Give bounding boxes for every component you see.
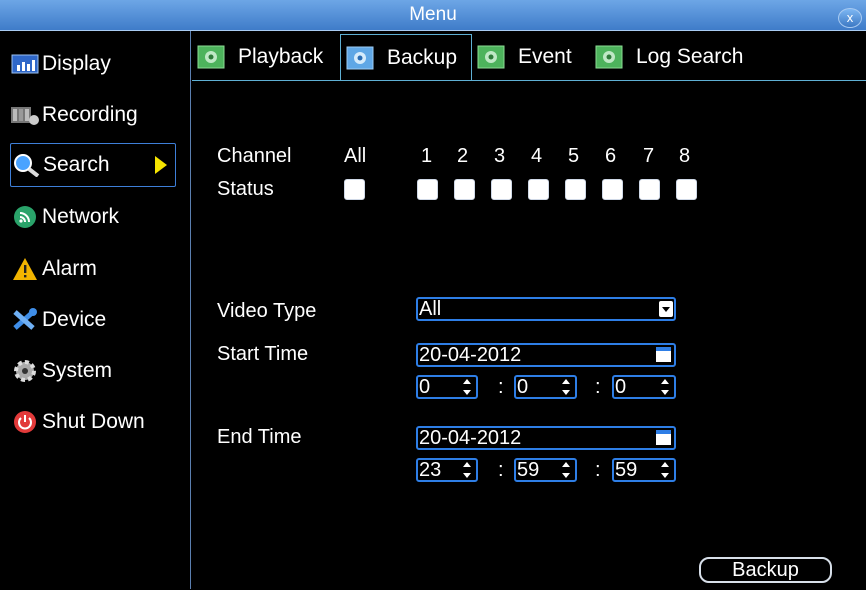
event-icon <box>477 45 505 69</box>
sidebar-item-label: Network <box>42 205 120 228</box>
start-time-label: Start Time <box>217 343 309 365</box>
channel-5-checkbox[interactable] <box>565 179 586 200</box>
channel-4-checkbox[interactable] <box>528 179 549 200</box>
sidebar-item-label: Alarm <box>42 257 97 280</box>
tab-label: Backup <box>387 45 458 69</box>
sidebar-item-label: Recording <box>42 103 138 126</box>
sidebar-item-label: Shut Down <box>42 410 145 433</box>
close-button[interactable]: x <box>838 8 862 28</box>
spinner-arrows-icon[interactable] <box>659 378 672 396</box>
sidebar-item-label: Search <box>43 153 110 176</box>
spinner-arrows-icon[interactable] <box>461 461 474 479</box>
sidebar-item-network[interactable]: Network <box>10 195 176 239</box>
channel-number: 6 <box>605 145 617 167</box>
channel-2-checkbox[interactable] <box>454 179 475 200</box>
end-hour-value: 23 <box>419 459 442 481</box>
video-type-select[interactable]: All <box>416 297 676 321</box>
end-second-value: 59 <box>615 459 638 481</box>
search-icon <box>11 153 41 177</box>
channel-6-checkbox[interactable] <box>602 179 623 200</box>
spinner-arrows-icon[interactable] <box>560 461 573 479</box>
time-separator: : <box>498 376 504 398</box>
start-minute-value: 0 <box>517 376 529 398</box>
time-separator: : <box>595 376 601 398</box>
submenu-arrow-icon <box>155 156 167 174</box>
time-separator: : <box>498 459 504 481</box>
channel-number: 7 <box>643 145 655 167</box>
sidebar-item-shut-down[interactable]: Shut Down <box>10 400 176 444</box>
end-time-label: End Time <box>217 426 302 448</box>
start-date-value: 20-04-2012 <box>419 344 522 366</box>
backup-panel: Channel Status All 1 2 3 4 5 6 7 8 Video… <box>192 80 866 590</box>
start-second-value: 0 <box>615 376 627 398</box>
channel-number: 5 <box>568 145 580 167</box>
channel-label: Channel <box>217 145 292 167</box>
recording-icon <box>10 103 40 127</box>
tab-event[interactable]: Event <box>472 34 586 80</box>
status-label: Status <box>217 178 274 200</box>
spinner-arrows-icon[interactable] <box>560 378 573 396</box>
channel-3-checkbox[interactable] <box>491 179 512 200</box>
backup-icon <box>346 46 374 69</box>
spinner-arrows-icon[interactable] <box>461 378 474 396</box>
channel-8-checkbox[interactable] <box>676 179 697 200</box>
start-second-spinbox[interactable]: 0 <box>612 375 676 399</box>
tab-label: Log Search <box>636 45 744 68</box>
alarm-icon <box>10 257 40 281</box>
start-hour-spinbox[interactable]: 0 <box>416 375 478 399</box>
tab-log-search[interactable]: Log Search <box>590 34 770 80</box>
system-icon <box>10 359 40 383</box>
chevron-down-icon[interactable] <box>659 301 673 317</box>
start-hour-value: 0 <box>419 376 431 398</box>
title-bar: Menu x <box>0 0 866 31</box>
sidebar-item-recording[interactable]: Recording <box>10 93 176 137</box>
sidebar-item-label: Device <box>42 308 107 331</box>
video-type-label: Video Type <box>217 300 317 322</box>
device-icon <box>10 308 40 332</box>
sidebar-item-label: System <box>42 359 113 382</box>
power-icon <box>10 410 40 434</box>
tab-label: Playback <box>238 45 324 68</box>
sidebar-item-label: Display <box>42 52 111 75</box>
calendar-icon[interactable] <box>656 347 671 362</box>
channel-all-label: All <box>344 145 367 167</box>
channel-1-checkbox[interactable] <box>417 179 438 200</box>
channel-number: 1 <box>421 145 433 167</box>
start-minute-spinbox[interactable]: 0 <box>514 375 577 399</box>
tab-label: Event <box>518 45 572 68</box>
display-icon <box>10 52 40 76</box>
channel-7-checkbox[interactable] <box>639 179 660 200</box>
end-minute-value: 59 <box>517 459 540 481</box>
sidebar-item-display[interactable]: Display <box>10 42 176 86</box>
tab-bar: Playback Backup Event Log Search <box>192 34 866 80</box>
end-second-spinbox[interactable]: 59 <box>612 458 676 482</box>
sidebar-item-device[interactable]: Device <box>10 298 176 342</box>
start-date-field[interactable]: 20-04-2012 <box>416 343 676 367</box>
end-hour-spinbox[interactable]: 23 <box>416 458 478 482</box>
channel-all-checkbox[interactable] <box>344 179 365 200</box>
log-search-icon <box>595 45 623 69</box>
channel-number: 4 <box>531 145 543 167</box>
network-icon <box>10 205 40 229</box>
spinner-arrows-icon[interactable] <box>659 461 672 479</box>
end-minute-spinbox[interactable]: 59 <box>514 458 577 482</box>
sidebar-item-alarm[interactable]: Alarm <box>10 247 176 291</box>
channel-number: 3 <box>494 145 506 167</box>
window-title: Menu <box>409 4 457 25</box>
playback-icon <box>197 45 225 69</box>
tab-playback[interactable]: Playback <box>192 34 338 80</box>
end-date-field[interactable]: 20-04-2012 <box>416 426 676 450</box>
sidebar: Display Recording Search Network Alarm D… <box>0 31 191 589</box>
backup-button[interactable]: Backup <box>699 557 832 583</box>
sidebar-item-search[interactable]: Search <box>10 143 176 187</box>
calendar-icon[interactable] <box>656 430 671 445</box>
sidebar-item-system[interactable]: System <box>10 349 176 393</box>
video-type-value: All <box>419 298 442 320</box>
channel-number: 2 <box>457 145 469 167</box>
channel-number: 8 <box>679 145 691 167</box>
tab-backup[interactable]: Backup <box>340 34 472 80</box>
time-separator: : <box>595 459 601 481</box>
end-date-value: 20-04-2012 <box>419 427 522 449</box>
